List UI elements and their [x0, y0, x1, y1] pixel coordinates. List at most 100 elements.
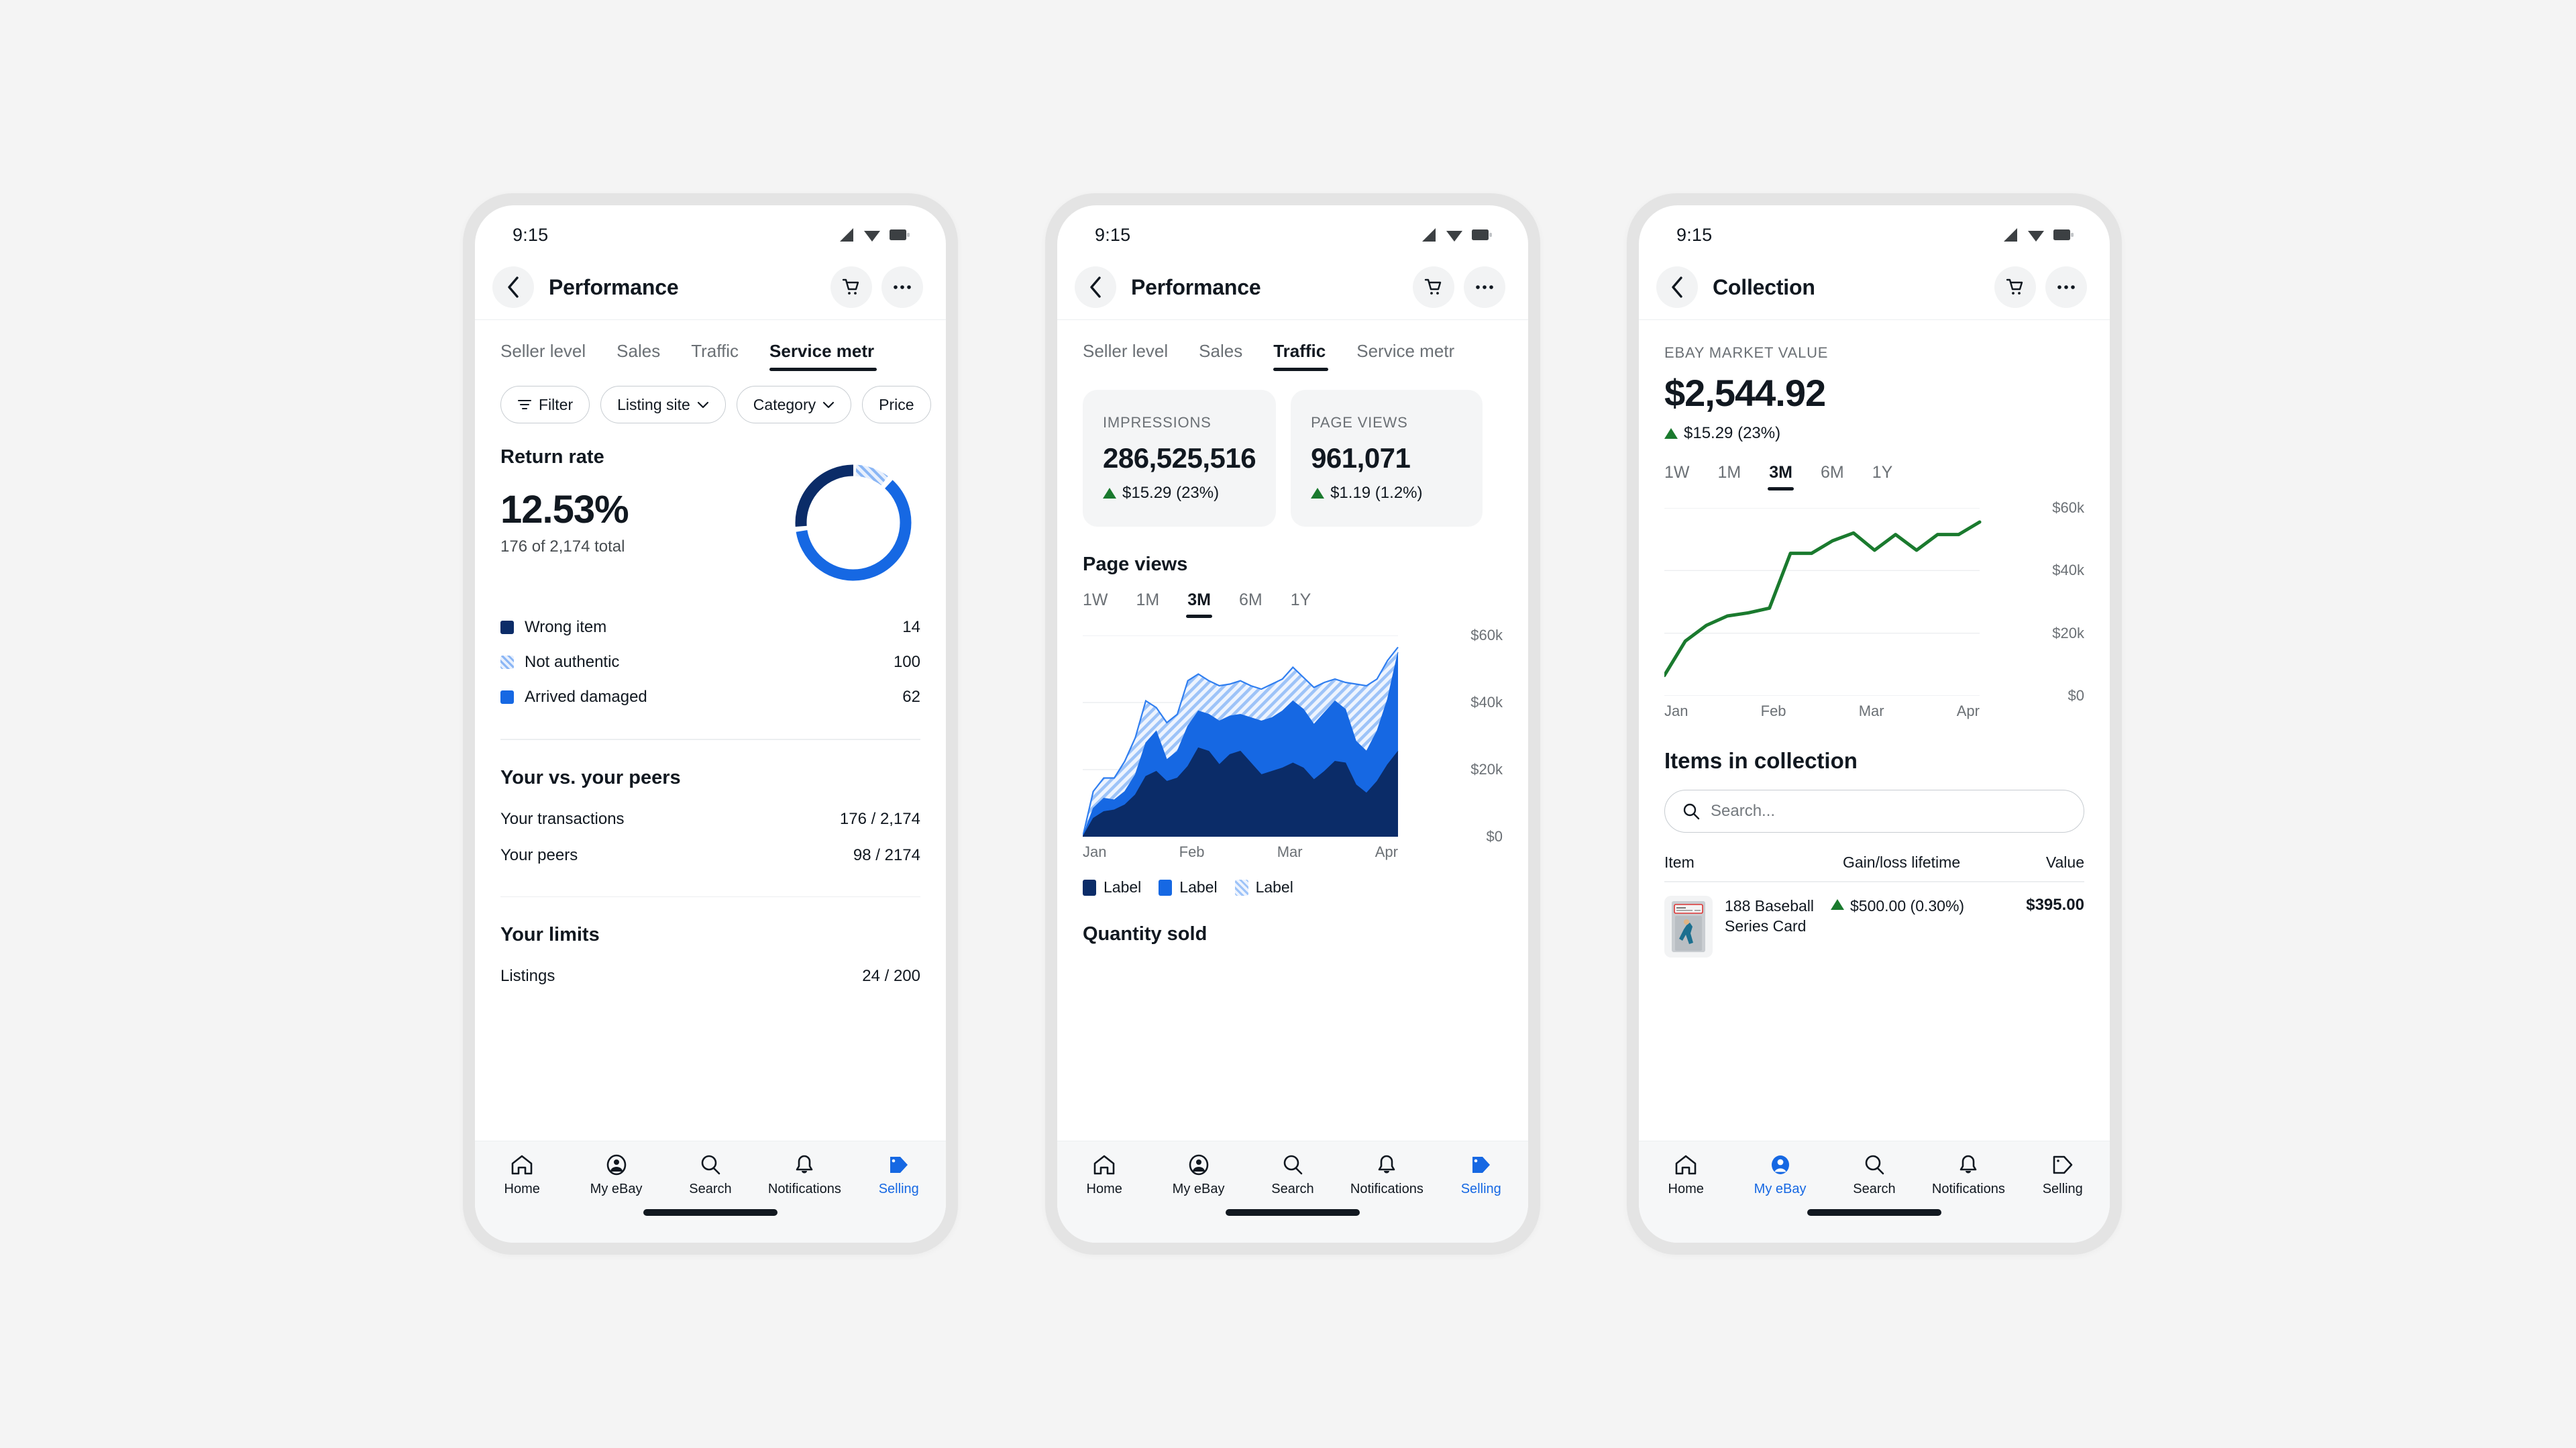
phone2-content: Seller level Sales Traffic Service metr …: [1057, 320, 1528, 1141]
nav-item-notifications[interactable]: Notifications: [1343, 1153, 1430, 1197]
nav-item-search[interactable]: Search: [667, 1153, 754, 1197]
search-field[interactable]: Search...: [1664, 790, 2084, 833]
x-axis-tick: Apr: [1956, 703, 1980, 719]
legend-row: Wrong item 14: [500, 610, 920, 645]
row-value: $395.00: [2026, 895, 2084, 914]
legend-row: Not authentic 100: [500, 645, 920, 680]
chevron-down-icon: [697, 401, 709, 409]
nav-item-search[interactable]: Search: [1831, 1153, 1918, 1197]
legend-label: Label: [1104, 878, 1142, 896]
return-rate-percent: 12.53%: [500, 488, 629, 531]
nav-item-selling[interactable]: Selling: [2019, 1153, 2106, 1197]
page-views-title: Page views: [1083, 554, 1188, 575]
more-icon[interactable]: [881, 266, 923, 308]
divider: [500, 896, 920, 897]
tab-sales[interactable]: Sales: [1199, 341, 1242, 371]
range-1y[interactable]: 1Y: [1291, 590, 1311, 618]
screenshot-canvas: 9:15 Performance Seller level Sales Traf…: [0, 0, 2576, 1448]
range-6m[interactable]: 6M: [1821, 463, 1844, 490]
nav-label: Home: [1668, 1182, 1704, 1196]
range-selector: 1W 1M 3M 6M 1Y: [1664, 443, 2084, 490]
cart-icon[interactable]: [1413, 266, 1454, 308]
cart-icon[interactable]: [830, 266, 872, 308]
legend-row: Arrived damaged 62: [500, 680, 920, 715]
return-rate-subtitle: 176 of 2,174 total: [500, 537, 625, 556]
performance-tabs: Seller level Sales Traffic Service metr: [475, 320, 946, 371]
tab-service-metrics[interactable]: Service metr: [1356, 341, 1454, 371]
battery-icon: [1472, 228, 1493, 242]
back-button[interactable]: [492, 266, 534, 308]
range-3m[interactable]: 3M: [1186, 590, 1212, 618]
home-indicator: [1226, 1209, 1360, 1216]
range-1y[interactable]: 1Y: [1872, 463, 1893, 490]
table-row[interactable]: 188 Baseball Series Card $500.00 (0.30%)…: [1664, 882, 2084, 958]
search-input[interactable]: Search...: [1711, 802, 1775, 821]
trend-up-icon: [1664, 428, 1678, 439]
y-axis-tick: $0: [1486, 828, 1503, 845]
peers-title: Your vs. your peers: [500, 766, 681, 788]
range-6m[interactable]: 6M: [1239, 590, 1263, 618]
stat-label: IMPRESSIONS: [1103, 414, 1212, 431]
nav-item-home[interactable]: Home: [1642, 1153, 1729, 1197]
nav-label: Search: [1853, 1182, 1896, 1196]
limits-section: Your limits Listings 24 / 200: [500, 924, 920, 994]
range-1m[interactable]: 1M: [1718, 463, 1741, 490]
chart-legend: Label Label Label: [1083, 878, 1503, 896]
nav-item-selling[interactable]: Selling: [855, 1153, 943, 1197]
nav-item-home[interactable]: Home: [1061, 1153, 1148, 1197]
nav-item-home[interactable]: Home: [478, 1153, 566, 1197]
stat-card-impressions[interactable]: IMPRESSIONS 286,525,516 $15.29 (23%): [1083, 390, 1277, 527]
nav-item-notifications[interactable]: Notifications: [761, 1153, 848, 1197]
tab-seller-level[interactable]: Seller level: [1083, 341, 1168, 371]
range-1w[interactable]: 1W: [1083, 590, 1108, 618]
chip-price[interactable]: Price: [862, 386, 931, 423]
chip-filter-label: Filter: [539, 395, 574, 413]
nav-item-notifications[interactable]: Notifications: [1925, 1153, 2012, 1197]
stat-card-page-views[interactable]: PAGE VIEWS 961,071 $1.19 (1.2%): [1291, 390, 1483, 527]
peers-section: Your vs. your peers Your transactions 17…: [500, 767, 920, 874]
status-icons: [837, 227, 911, 242]
tab-service-metrics[interactable]: Service metr: [769, 341, 877, 371]
tab-sales[interactable]: Sales: [616, 341, 660, 371]
more-icon[interactable]: [1464, 266, 1505, 308]
nav-label: My eBay: [1172, 1182, 1225, 1196]
chip-filter[interactable]: Filter: [500, 386, 590, 423]
chip-listing-site[interactable]: Listing site: [600, 386, 726, 423]
back-button[interactable]: [1075, 266, 1116, 308]
status-bar: 9:15: [1057, 205, 1528, 255]
status-clock: 9:15: [513, 224, 549, 245]
x-axis-tick: Mar: [1858, 703, 1884, 719]
range-1m[interactable]: 1M: [1136, 590, 1160, 618]
tab-traffic[interactable]: Traffic: [691, 341, 739, 371]
bottom-nav: Home My eBay Search Notifications Sellin…: [1639, 1141, 2110, 1243]
nav-label: My eBay: [590, 1182, 643, 1196]
tab-seller-level[interactable]: Seller level: [500, 341, 586, 371]
nav-label: My eBay: [1754, 1182, 1807, 1196]
nav-label: Notifications: [1931, 1182, 2005, 1196]
nav-item-my-ebay[interactable]: My eBay: [1155, 1153, 1242, 1197]
legend-label: Arrived damaged: [525, 688, 647, 706]
kv-label: Listings: [500, 967, 555, 985]
nav-item-my-ebay[interactable]: My eBay: [1737, 1153, 1824, 1197]
y-axis-tick: $20k: [1470, 761, 1503, 778]
search-icon: [1682, 803, 1700, 820]
cart-icon[interactable]: [1994, 266, 2036, 308]
more-icon[interactable]: [2045, 266, 2087, 308]
home-icon: [510, 1153, 534, 1176]
bell-icon: [792, 1153, 816, 1176]
swatch-blue: [1159, 879, 1173, 896]
nav-item-my-ebay[interactable]: My eBay: [573, 1153, 660, 1197]
bell-icon: [1956, 1153, 1980, 1176]
range-3m[interactable]: 3M: [1768, 463, 1794, 490]
trend-up-icon: [1311, 488, 1325, 499]
nav-item-selling[interactable]: Selling: [1438, 1153, 1525, 1197]
chip-category[interactable]: Category: [736, 386, 852, 423]
nav-item-search[interactable]: Search: [1249, 1153, 1336, 1197]
page-title: Performance: [549, 274, 679, 299]
back-button[interactable]: [1656, 266, 1698, 308]
tab-traffic[interactable]: Traffic: [1273, 341, 1329, 371]
range-1w[interactable]: 1W: [1664, 463, 1690, 490]
market-value-label: EBAY MARKET VALUE: [1664, 344, 1829, 361]
nav-label: Notifications: [767, 1182, 841, 1196]
line-series: [1664, 520, 1982, 678]
